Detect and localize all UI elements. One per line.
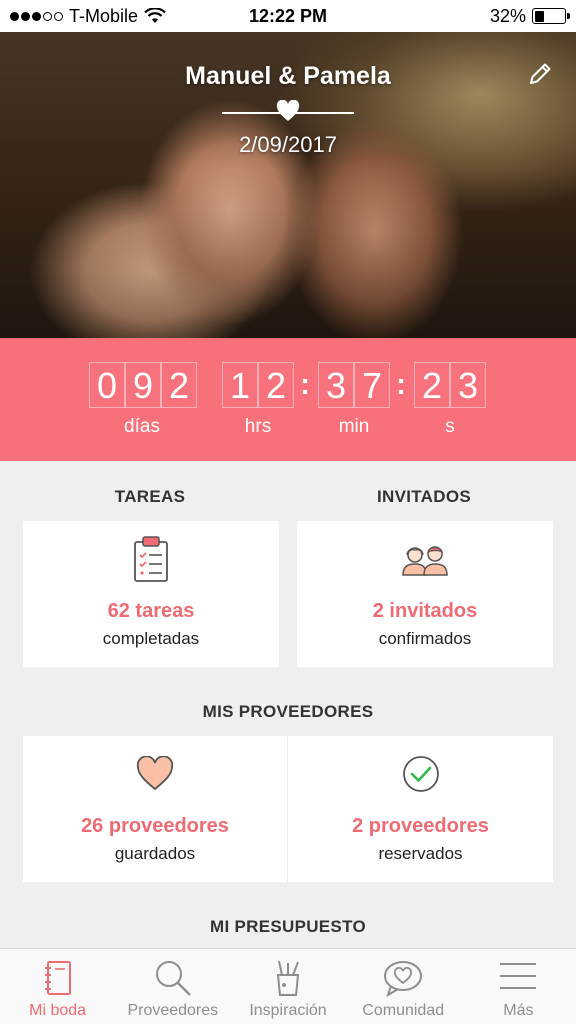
- tools-cup-icon: [276, 960, 300, 996]
- heart-icon: [276, 99, 300, 124]
- tab-label: Mi boda: [29, 1002, 87, 1019]
- countdown-digit: 1: [222, 362, 258, 408]
- signal-dot: [10, 11, 19, 21]
- invitados-card[interactable]: 2 invitados confirmados: [297, 521, 553, 667]
- signal-dot-empty: [43, 11, 52, 21]
- countdown-digit: 3: [318, 362, 354, 408]
- carrier-name: T-Mobile: [69, 5, 139, 26]
- saved-vendors-card[interactable]: 26 proveedores guardados: [23, 736, 287, 882]
- seconds-digits: 2 3: [414, 362, 486, 408]
- colon-separator: :: [396, 368, 406, 401]
- notebook-icon: [44, 961, 71, 995]
- wifi-icon: [144, 8, 166, 23]
- booked-vendors-label: reservados: [378, 844, 463, 863]
- tareas-subtitle: completadas: [102, 629, 200, 648]
- countdown-digit: 3: [450, 362, 486, 408]
- tareas-count: 62 tareas: [107, 600, 195, 622]
- hours-digits: 1 2: [222, 362, 294, 408]
- countdown-digit: 2: [414, 362, 450, 408]
- tab-mas[interactable]: Más: [461, 949, 576, 1024]
- search-icon: [155, 961, 191, 996]
- seconds-label: s: [445, 416, 455, 437]
- tab-label: Más: [503, 1002, 534, 1019]
- countdown-digit: 2: [258, 362, 294, 408]
- presupuesto-title: MI PRESUPUESTO: [210, 917, 366, 936]
- tab-label: Comunidad: [362, 1002, 445, 1019]
- tab-label: Inspiración: [249, 1002, 327, 1019]
- wedding-date: 2/09/2017: [239, 132, 337, 157]
- wedding-countdown: 0 9 2 1 2 : 3 7 : 2 3 días hrs min s: [0, 338, 576, 461]
- days-label: días: [124, 416, 160, 437]
- countdown-digit: 2: [161, 362, 197, 408]
- minutes-label: min: [338, 416, 370, 437]
- signal-dot: [21, 11, 30, 21]
- guests-couple-icon: [402, 546, 448, 576]
- saved-vendors-count: 26 proveedores: [81, 815, 229, 837]
- proveedores-title: MIS PROVEEDORES: [202, 702, 374, 721]
- couple-names: Manuel & Pamela: [185, 62, 391, 90]
- status-right: 32%: [489, 5, 570, 27]
- minutes-digits: 3 7: [318, 362, 390, 408]
- bottom-tab-bar: Mi boda Proveedores Inspiración Comunida…: [0, 948, 576, 1024]
- booked-vendors-count: 2 proveedores: [352, 815, 489, 837]
- status-left: T-Mobile: [10, 6, 166, 27]
- checkmark-circle-icon: [402, 756, 439, 792]
- tareas-title: TAREAS: [114, 487, 186, 506]
- tab-proveedores[interactable]: Proveedores: [115, 949, 230, 1024]
- signal-dot-empty: [54, 11, 63, 21]
- tab-inspiracion[interactable]: Inspiración: [230, 949, 345, 1024]
- heart-icon: [136, 756, 174, 791]
- countdown-digit: 7: [354, 362, 390, 408]
- heart-chat-icon: [384, 961, 423, 997]
- tab-comunidad[interactable]: Comunidad: [346, 949, 461, 1024]
- tareas-card[interactable]: 62 tareas completadas: [23, 521, 279, 667]
- menu-icon: [500, 963, 537, 989]
- couple-photo-header: Manuel & Pamela 2/09/2017: [0, 32, 576, 338]
- battery-percent: 32%: [489, 5, 526, 26]
- countdown-digit: 0: [89, 362, 125, 408]
- invitados-count: 2 invitados: [372, 600, 478, 622]
- clipboard-checklist-icon: [134, 536, 168, 582]
- status-bar: T-Mobile 12:22 PM 32%: [0, 0, 576, 32]
- saved-vendors-label: guardados: [114, 844, 196, 863]
- tab-mi-boda[interactable]: Mi boda: [0, 949, 115, 1024]
- battery-icon: [532, 8, 570, 24]
- colon-separator: :: [300, 368, 310, 401]
- countdown-digit: 9: [125, 362, 161, 408]
- edit-pencil-icon[interactable]: [526, 60, 554, 88]
- invitados-title: INVITADOS: [376, 487, 471, 506]
- signal-strength-icon: [10, 11, 63, 21]
- invitados-subtitle: confirmados: [378, 629, 472, 648]
- booked-vendors-card[interactable]: 2 proveedores reservados: [288, 736, 553, 882]
- signal-dot: [32, 11, 41, 21]
- tab-label: Proveedores: [127, 1002, 219, 1019]
- hours-label: hrs: [244, 416, 272, 437]
- days-digits: 0 9 2: [89, 362, 197, 408]
- battery-level: [534, 10, 544, 22]
